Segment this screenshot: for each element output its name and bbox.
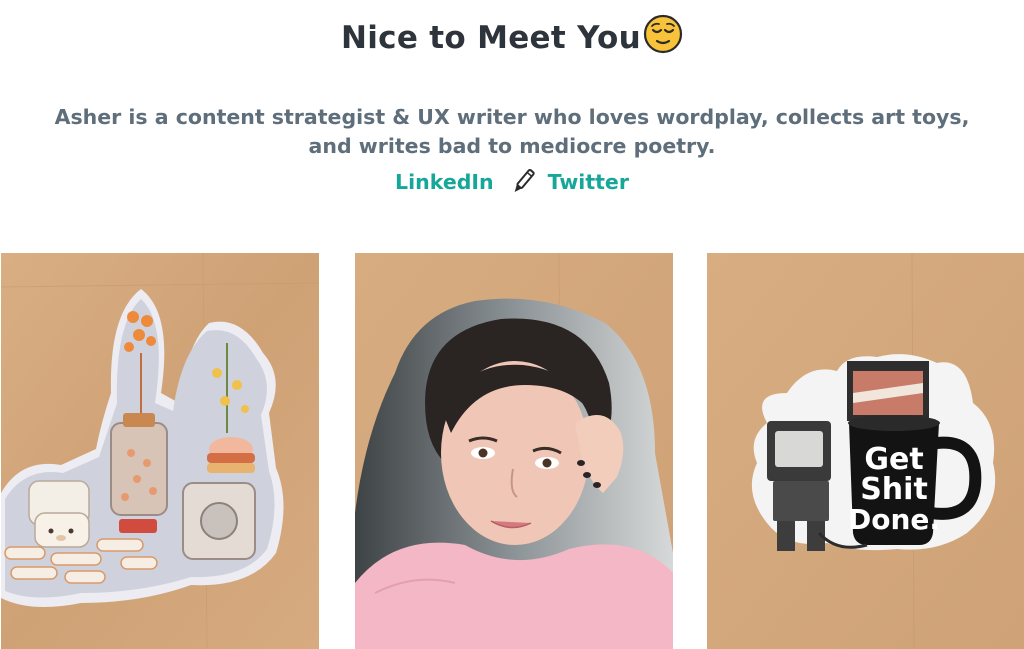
mug-text-line-3: Done. [848, 503, 940, 536]
photo-portrait [355, 253, 673, 649]
page-title: Nice to Meet You [0, 14, 1024, 67]
pencil-icon [508, 168, 538, 196]
social-links: LinkedIn Twitter [0, 168, 1024, 196]
bio-line-2: and writes bad to mediocre poetry. [308, 134, 716, 158]
bio-line-1: Asher is a content strategist & UX write… [54, 105, 970, 129]
twitter-link[interactable]: Twitter [548, 170, 629, 194]
page-title-text: Nice to Meet You [341, 20, 641, 56]
photo-art-toys [1, 253, 319, 649]
photo-mug: Get Shit Done. [707, 253, 1024, 649]
bio-paragraph: Asher is a content strategist & UX write… [0, 103, 1024, 161]
mug-text-line-2: Shit [860, 472, 928, 507]
relieved-face-icon [643, 14, 683, 67]
linkedin-link[interactable]: LinkedIn [395, 170, 494, 194]
